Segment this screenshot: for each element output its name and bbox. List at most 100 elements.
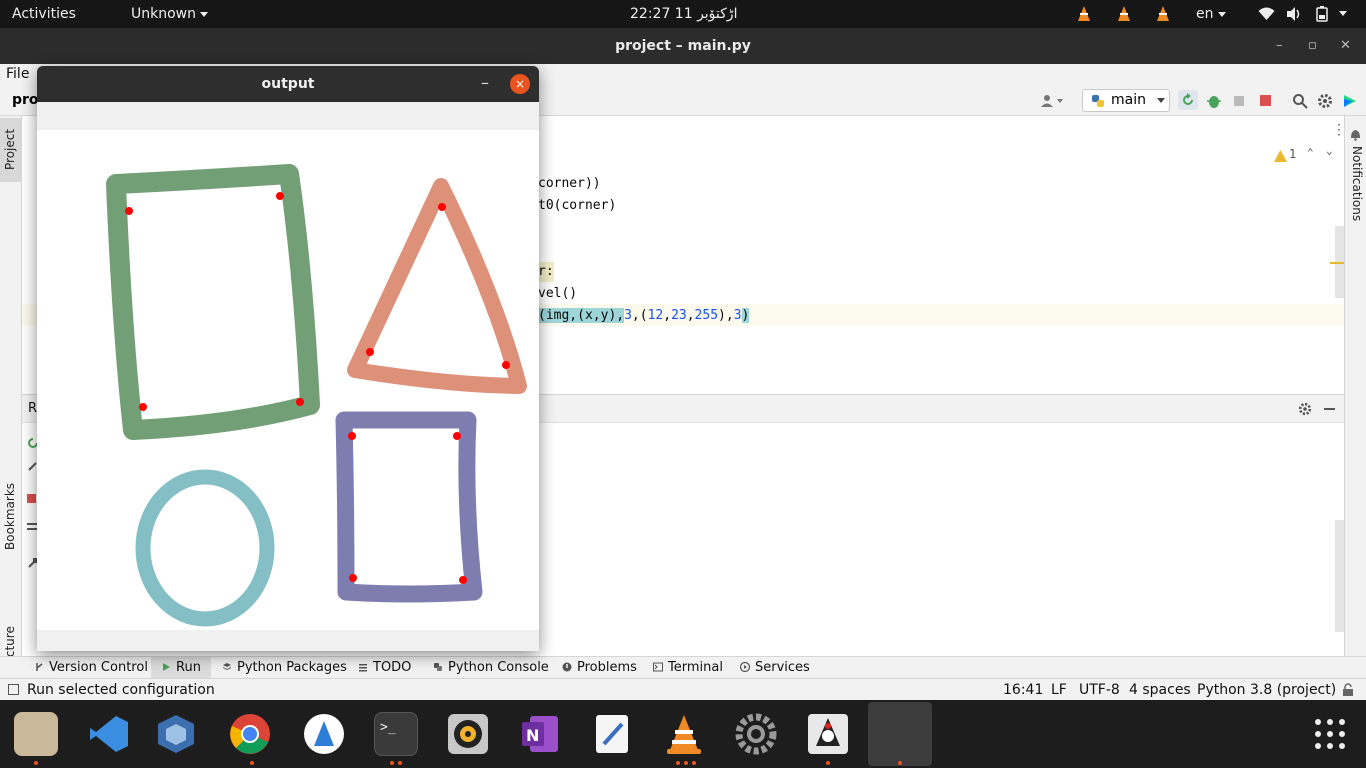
expand-icon[interactable]: [8, 684, 19, 695]
output-title-bar[interactable]: output – ×: [37, 66, 539, 102]
onenote-icon[interactable]: N: [518, 712, 562, 756]
wifi-icon[interactable]: [1258, 7, 1275, 21]
tab-label: Services: [755, 660, 810, 675]
rerun-button[interactable]: [1178, 90, 1198, 110]
files-icon[interactable]: [14, 712, 58, 756]
activities-button[interactable]: Activities: [12, 0, 76, 28]
settings-icon[interactable]: [734, 712, 778, 756]
tab-label: Problems: [577, 660, 637, 675]
running-indicator: [898, 761, 902, 765]
close-icon[interactable]: ✕: [1340, 28, 1351, 64]
tab-problems[interactable]: Problems: [562, 657, 637, 679]
panel-hide-icon[interactable]: [1324, 408, 1335, 410]
terminal-icon[interactable]: >_: [374, 712, 418, 756]
app-menu[interactable]: Unknown: [131, 0, 208, 28]
vlc-tray-icon[interactable]: [1076, 5, 1092, 22]
lock-icon[interactable]: [1341, 683, 1355, 697]
menu-file[interactable]: File: [6, 66, 29, 82]
bell-icon[interactable]: [1349, 128, 1362, 141]
android-studio-icon[interactable]: [302, 712, 346, 756]
layout-icon[interactable]: [27, 523, 37, 530]
vlc-tray-icon-2[interactable]: [1116, 5, 1132, 22]
status-bar: Run selected configuration 16:41 LF UTF-…: [0, 678, 1366, 700]
code-token: ),: [718, 308, 734, 323]
chevron-down-icon: [1217, 11, 1226, 17]
tab-python-packages[interactable]: Python Packages: [222, 657, 347, 679]
language-menu[interactable]: en: [1196, 0, 1226, 28]
run-panel-label: R: [28, 401, 38, 416]
show-apps-icon[interactable]: [1314, 718, 1346, 750]
bookmarks-tab[interactable]: Bookmarks: [3, 483, 17, 550]
panel-settings-icon[interactable]: [1298, 402, 1312, 416]
account-icon[interactable]: [1040, 94, 1064, 108]
tab-label: Version Control: [49, 660, 148, 675]
vlc-icon[interactable]: [662, 712, 706, 756]
vlc-tray-icon-3[interactable]: [1155, 5, 1171, 22]
volume-icon[interactable]: [1286, 6, 1302, 22]
search-icon[interactable]: [1292, 93, 1308, 109]
file-encoding[interactable]: UTF-8: [1079, 679, 1120, 701]
next-highlight-icon[interactable]: ⌄: [1326, 144, 1333, 157]
debug-icon[interactable]: [1206, 93, 1222, 109]
active-window-icon[interactable]: [868, 702, 932, 766]
battery-icon[interactable]: [1316, 6, 1328, 22]
prev-highlight-icon[interactable]: ⌃: [1307, 146, 1314, 159]
text-editor-icon[interactable]: [590, 712, 634, 756]
run-icon: [163, 663, 170, 671]
running-indicator: [34, 761, 38, 765]
run-config-label: main: [1111, 92, 1146, 108]
output-image: [37, 130, 539, 630]
run-side-toolbar: [24, 430, 38, 650]
run-config-selector[interactable]: main: [1082, 89, 1170, 112]
green-quadrilateral: [106, 164, 320, 440]
warning-icon[interactable]: [1274, 150, 1287, 162]
left-tool-strip: Project Bookmarks Structure: [0, 116, 22, 682]
chrome-icon[interactable]: [228, 712, 272, 756]
corner-dot: [296, 398, 304, 406]
run-scrollbar[interactable]: [1335, 520, 1344, 632]
tab-todo[interactable]: TODO: [358, 657, 411, 679]
running-indicator: [250, 761, 254, 765]
code-token: ,(: [631, 308, 648, 323]
running-indicator: [676, 761, 680, 765]
corner-dot: [125, 207, 133, 215]
tab-services[interactable]: Services: [740, 657, 810, 679]
purple-rectangle: [335, 411, 483, 603]
gear-icon[interactable]: [1317, 93, 1333, 109]
tab-version-control[interactable]: Version Control: [34, 657, 148, 679]
java-icon[interactable]: [806, 712, 850, 756]
chevron-down-icon: [1157, 98, 1165, 103]
jetbrains-icon[interactable]: [1342, 93, 1358, 109]
coverage-icon[interactable]: [1232, 93, 1248, 109]
tab-run[interactable]: Run: [151, 657, 211, 679]
code-token: 3: [733, 308, 742, 323]
warning-marker[interactable]: [1330, 262, 1344, 264]
running-indicator: [826, 761, 830, 765]
tab-python-console[interactable]: Python Console: [433, 657, 549, 679]
tab-terminal[interactable]: Terminal: [653, 657, 723, 679]
code-token: ,: [686, 308, 695, 323]
output-window[interactable]: output – ×: [37, 66, 539, 651]
interpreter-selector[interactable]: Python 3.8 (project): [1197, 679, 1336, 701]
corner-dot: [276, 192, 284, 200]
minimize-icon[interactable]: –: [1276, 28, 1283, 64]
notifications-tab[interactable]: Notifications: [1350, 146, 1364, 221]
maximize-icon[interactable]: ▫: [1308, 28, 1317, 64]
project-tab[interactable]: Project: [0, 118, 21, 182]
clock[interactable]: 22:27 11 اڑکتۆبر: [630, 0, 737, 28]
minimize-icon[interactable]: –: [481, 66, 489, 102]
rhythmbox-icon[interactable]: [446, 712, 490, 756]
cursor-position[interactable]: 16:41: [1003, 679, 1043, 701]
corner-dot: [348, 432, 356, 440]
stop-icon[interactable]: [1260, 95, 1271, 106]
line-separator[interactable]: LF: [1051, 679, 1067, 701]
more-options-icon[interactable]: ⋮: [1332, 122, 1346, 138]
close-icon[interactable]: ×: [510, 74, 530, 94]
system-menu-chevron-icon[interactable]: [1339, 11, 1347, 16]
vscode-icon[interactable]: [86, 712, 130, 756]
stop-icon[interactable]: [27, 494, 36, 503]
indent-setting[interactable]: 4 spaces: [1129, 679, 1191, 701]
code-line: t0(corner): [538, 198, 617, 213]
virtualbox-icon[interactable]: [154, 712, 198, 756]
code-line: (img,(x,y),3,(12,23,255),3): [538, 306, 750, 326]
